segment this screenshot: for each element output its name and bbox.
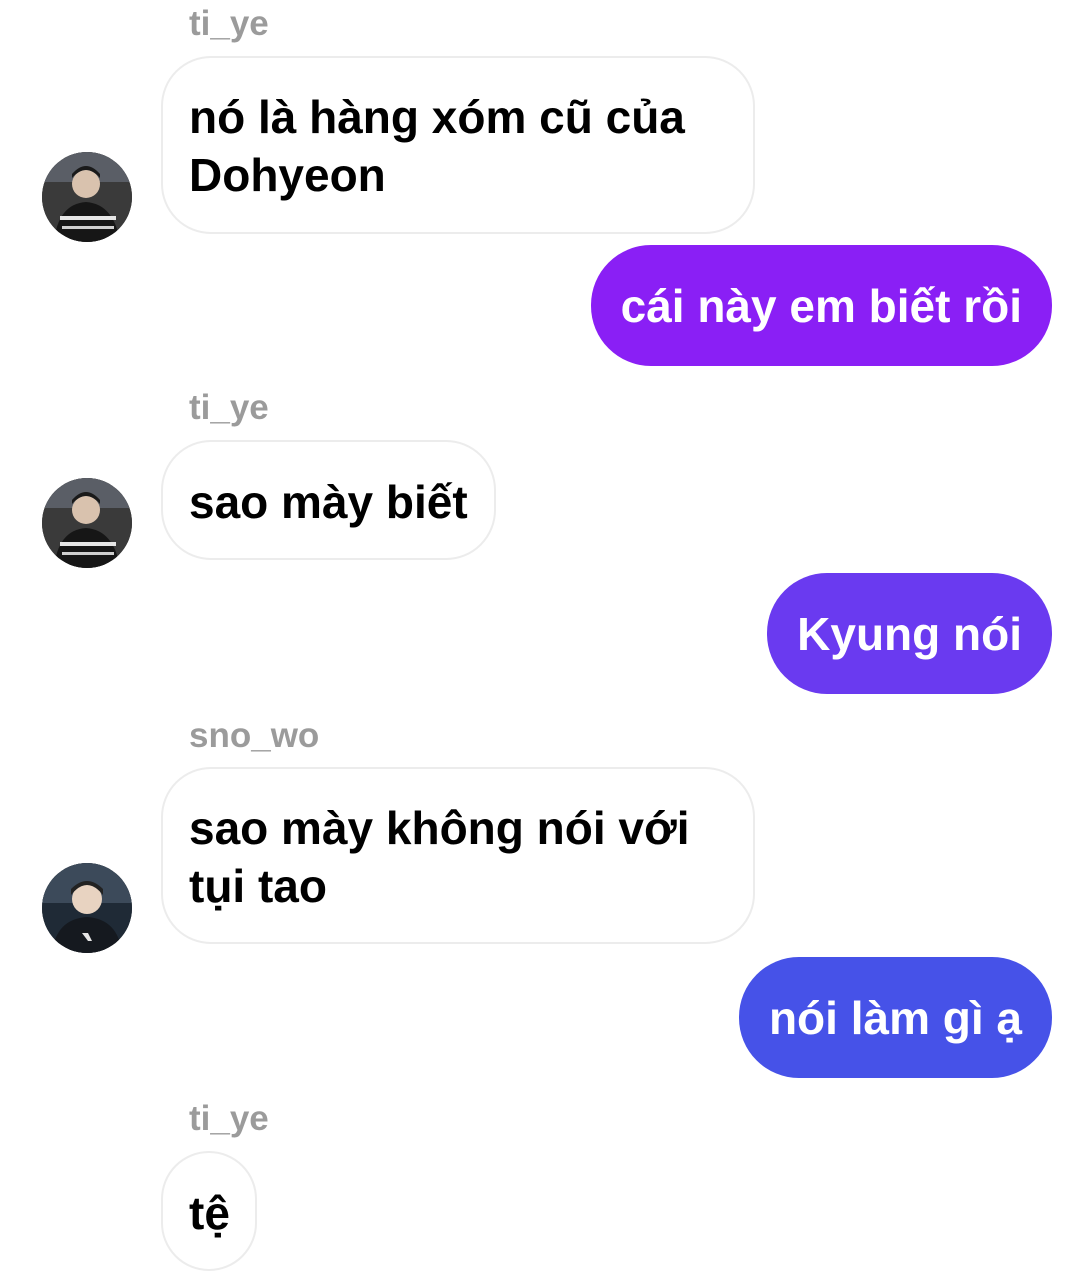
message-text-line: sao mày biết [189,476,468,528]
message-text-line: tệ [189,1187,230,1239]
incoming-message-bubble[interactable]: sao mày không nói với tụi tao [161,767,755,944]
incoming-message-bubble[interactable]: sao mày biết [161,440,496,560]
message-text-line: tụi tao [189,860,327,912]
avatar-snowo[interactable] [42,863,132,953]
sender-name: ti_ye [189,4,269,43]
message-text-line: Dohyeon [189,149,386,201]
incoming-message-bubble[interactable]: tệ [161,1151,257,1271]
avatar-snowo-photo [42,863,132,953]
avatar-tiye-photo [42,478,132,568]
message-text-line: nó là hàng xóm cũ của [189,91,685,143]
message-text-line: sao mày không nói với [189,802,690,854]
sender-name: sno_wo [189,716,320,755]
avatar-tiye-photo [42,152,132,242]
message-text: cái này em biết rồi [620,279,1022,332]
incoming-message-bubble[interactable]: nó là hàng xóm cũ của Dohyeon [161,56,755,234]
sender-name: ti_ye [189,1099,269,1138]
outgoing-message-bubble[interactable]: Kyung nói [767,573,1052,694]
avatar-tiye[interactable] [42,152,132,242]
outgoing-message-bubble[interactable]: cái này em biết rồi [590,245,1052,366]
sender-name: ti_ye [189,388,269,427]
message-text: Kyung nói [797,607,1022,660]
message-text: nói làm gì ạ [768,991,1022,1044]
avatar-tiye[interactable] [42,478,132,568]
outgoing-message-bubble[interactable]: nói làm gì ạ [738,957,1052,1078]
